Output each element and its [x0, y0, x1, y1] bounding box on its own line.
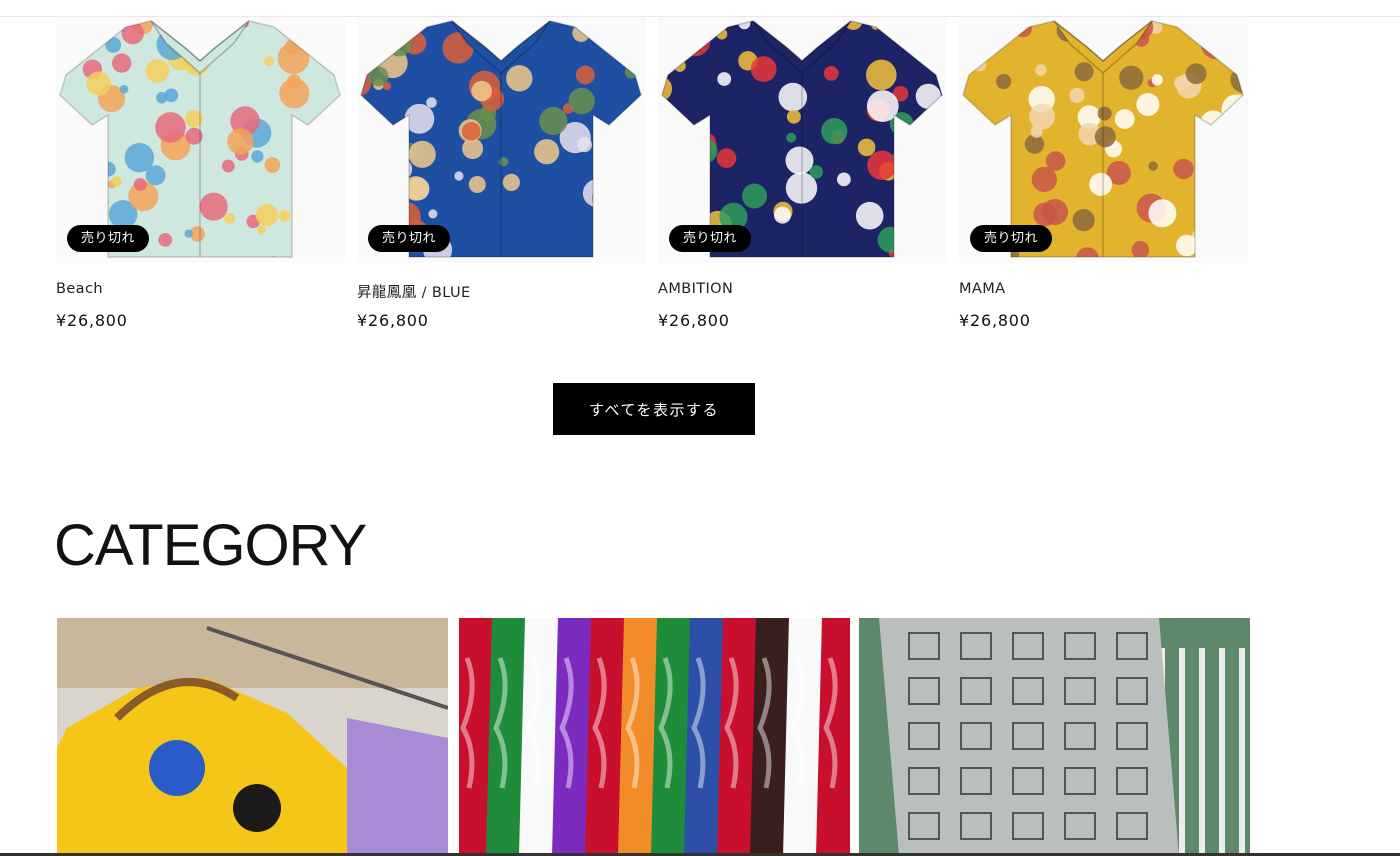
product-title[interactable]: AMBITION: [658, 281, 733, 297]
product-grid: 売り切れ Beach ¥26,800 売り切れ 昇龍鳳凰 / BLUE ¥26,…: [56, 17, 1248, 337]
product-title[interactable]: MAMA: [959, 281, 1005, 297]
product-image[interactable]: 売り切れ: [959, 17, 1248, 263]
product-image[interactable]: 売り切れ: [357, 17, 646, 263]
product-card[interactable]: 売り切れ MAMA ¥26,800: [959, 17, 1248, 337]
category-tile[interactable]: [859, 618, 1250, 856]
sold-out-badge: 売り切れ: [970, 225, 1053, 252]
view-all-button[interactable]: すべてを表示する: [553, 383, 755, 435]
product-price: ¥26,800: [56, 311, 128, 330]
category-photo: [859, 618, 1250, 856]
sold-out-badge: 売り切れ: [669, 225, 752, 252]
category-heading: CATEGORY: [54, 513, 367, 578]
product-price: ¥26,800: [357, 311, 429, 330]
category-photo: [57, 618, 448, 856]
product-price: ¥26,800: [658, 311, 730, 330]
product-title[interactable]: Beach: [56, 281, 103, 297]
category-tile[interactable]: [57, 618, 448, 856]
sold-out-badge: 売り切れ: [368, 225, 451, 252]
product-card[interactable]: 売り切れ Beach ¥26,800: [56, 17, 345, 337]
category-photo: [459, 618, 850, 856]
category-tile[interactable]: [459, 618, 850, 856]
product-card[interactable]: 売り切れ AMBITION ¥26,800: [658, 17, 947, 337]
product-image[interactable]: 売り切れ: [56, 17, 345, 263]
product-price: ¥26,800: [959, 311, 1031, 330]
product-card[interactable]: 売り切れ 昇龍鳳凰 / BLUE ¥26,800: [357, 17, 646, 337]
sold-out-badge: 売り切れ: [67, 225, 150, 252]
product-image[interactable]: 売り切れ: [658, 17, 947, 263]
product-title[interactable]: 昇龍鳳凰 / BLUE: [357, 281, 471, 302]
